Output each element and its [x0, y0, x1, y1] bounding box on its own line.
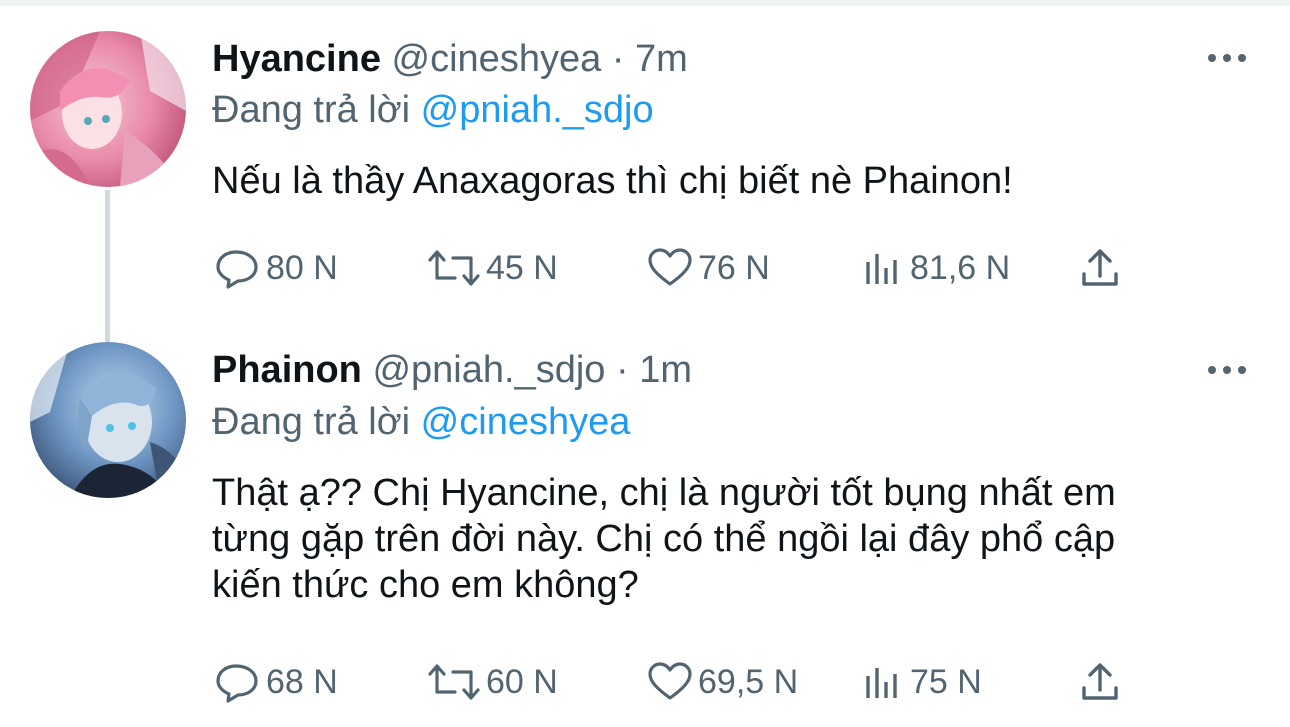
tweet-actions: 80 N 45 N 76 N 81,6 N — [212, 245, 1132, 291]
retweet-button[interactable]: 45 N — [426, 245, 558, 291]
replying-to-handle[interactable]: @pniah._sdjo — [421, 89, 654, 131]
author-name[interactable]: Hyancine — [212, 38, 381, 80]
retweet-arrows-icon — [428, 250, 480, 286]
replying-to-handle[interactable]: @cineshyea — [421, 401, 631, 443]
share-button[interactable] — [1078, 659, 1126, 705]
heart-icon — [648, 662, 692, 700]
like-button[interactable]: 69,5 N — [646, 659, 798, 705]
header-separator: · — [611, 38, 625, 80]
author-handle[interactable]: @cineshyea — [392, 38, 602, 80]
tweet-actions: 68 N 60 N 69,5 N 75 N — [212, 659, 1132, 705]
tweet-timestamp[interactable]: 7m — [635, 38, 688, 80]
views-count: 75 N — [910, 663, 982, 701]
replying-to: Đang trả lời @cineshyea — [212, 400, 630, 444]
views-button[interactable]: 75 N — [862, 659, 982, 705]
like-count: 76 N — [698, 249, 770, 287]
replying-to: Đang trả lời @pniah._sdjo — [212, 88, 654, 132]
share-upload-icon — [1082, 663, 1118, 700]
tweet-header: Phainon @pniah._sdjo · 1m — [212, 348, 692, 392]
avatar-phainon[interactable] — [30, 342, 186, 498]
reply-count: 80 N — [266, 249, 338, 287]
more-dots-icon[interactable] — [1208, 364, 1248, 376]
views-button[interactable]: 81,6 N — [862, 245, 1010, 291]
tweet-timestamp[interactable]: 1m — [639, 349, 692, 391]
header-separator: · — [615, 349, 629, 391]
like-count: 69,5 N — [698, 663, 799, 701]
replying-to-label: Đang trả lời — [212, 401, 411, 443]
tweet-phainon[interactable]: Phainon @pniah._sdjo · 1m Đang trả lời @… — [0, 330, 1290, 727]
retweet-count: 60 N — [486, 663, 558, 701]
retweet-button[interactable]: 60 N — [426, 659, 558, 705]
tweet-hyancine[interactable]: Hyancine @cineshyea · 7m Đang trả lời @p… — [0, 0, 1290, 330]
like-button[interactable]: 76 N — [646, 245, 770, 291]
tweet-header: Hyancine @cineshyea · 7m — [212, 37, 688, 81]
avatar-phainon-image — [30, 342, 186, 498]
author-handle[interactable]: @pniah._sdjo — [372, 349, 605, 391]
retweet-count: 45 N — [486, 249, 558, 287]
tweet-text: Nếu là thầy Anaxagoras thì chị biết nè P… — [212, 160, 1013, 202]
more-dots-icon[interactable] — [1208, 52, 1248, 64]
avatar-hyancine[interactable] — [30, 31, 186, 187]
reply-bubble-icon — [216, 250, 258, 289]
reply-button[interactable]: 68 N — [214, 659, 338, 705]
tweet-text: Thật ạ?? Chị Hyancine, chị là người tốt … — [212, 472, 1116, 606]
heart-icon — [648, 248, 692, 286]
bar-chart-icon — [866, 254, 897, 284]
reply-bubble-icon — [216, 664, 258, 703]
reply-count: 68 N — [266, 663, 338, 701]
views-count: 81,6 N — [910, 249, 1011, 287]
avatar-hyancine-image — [30, 31, 186, 187]
bar-chart-icon — [866, 668, 897, 698]
replying-to-label: Đang trả lời — [212, 89, 411, 131]
share-button[interactable] — [1078, 245, 1126, 291]
retweet-arrows-icon — [428, 664, 480, 700]
share-upload-icon — [1082, 249, 1118, 286]
conversation-thread: Hyancine @cineshyea · 7m Đang trả lời @p… — [0, 0, 1290, 727]
author-name[interactable]: Phainon — [212, 349, 362, 391]
reply-button[interactable]: 80 N — [214, 245, 338, 291]
